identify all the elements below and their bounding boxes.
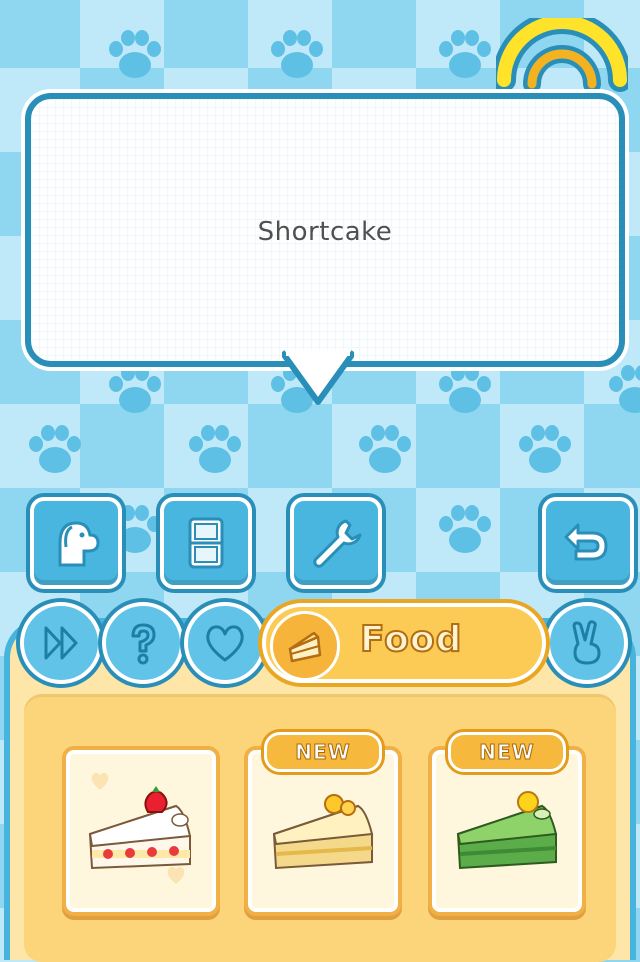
food-item-shortcake[interactable] — [66, 750, 216, 912]
paw-print-icon — [100, 25, 170, 85]
new-badge: NEW — [264, 732, 382, 772]
tab-food-label: Food — [359, 618, 463, 661]
back-arrow-icon — [564, 523, 608, 561]
paw-print-icon — [430, 25, 500, 85]
paw-print-icon — [510, 420, 580, 480]
tab-favorites[interactable] — [184, 602, 266, 684]
new-badge: NEW — [448, 732, 566, 772]
question-icon — [131, 623, 156, 665]
tab-tricks[interactable] — [546, 602, 628, 684]
skip-icon — [44, 626, 78, 660]
console-button[interactable] — [160, 497, 252, 589]
paw-print-icon — [350, 420, 420, 480]
speech-bubble-tail — [282, 350, 354, 405]
orange-cake-image — [272, 794, 374, 870]
handheld-console-icon — [188, 517, 224, 569]
dog-icon — [58, 521, 100, 567]
paw-print-icon — [20, 420, 90, 480]
food-item-orange-cake[interactable]: NEW — [248, 732, 398, 912]
wrench-icon — [313, 519, 362, 568]
tab-food[interactable]: Food — [262, 603, 546, 683]
cake-slice-icon — [270, 611, 340, 681]
pet-button[interactable] — [30, 497, 122, 589]
paw-print-icon — [262, 25, 332, 85]
paw-print-icon — [430, 360, 500, 420]
back-button[interactable] — [542, 497, 634, 589]
heart-icon — [206, 625, 244, 662]
signal-strength-icon — [492, 10, 632, 98]
paw-print-icon — [600, 360, 640, 420]
settings-button[interactable] — [290, 497, 382, 589]
paw-print-icon — [100, 360, 170, 420]
food-item-green-tea-cake[interactable]: NEW — [432, 732, 582, 912]
shortcake-image — [88, 786, 192, 870]
tab-help[interactable] — [102, 602, 184, 684]
speech-bubble: Shortcake — [25, 93, 625, 367]
speech-bubble-text: Shortcake — [257, 217, 393, 247]
green-tea-cake-image — [456, 791, 558, 870]
peace-hand-icon — [572, 620, 601, 665]
tab-skip[interactable] — [20, 602, 102, 684]
paw-print-icon — [180, 420, 250, 480]
paw-print-icon — [430, 500, 500, 560]
